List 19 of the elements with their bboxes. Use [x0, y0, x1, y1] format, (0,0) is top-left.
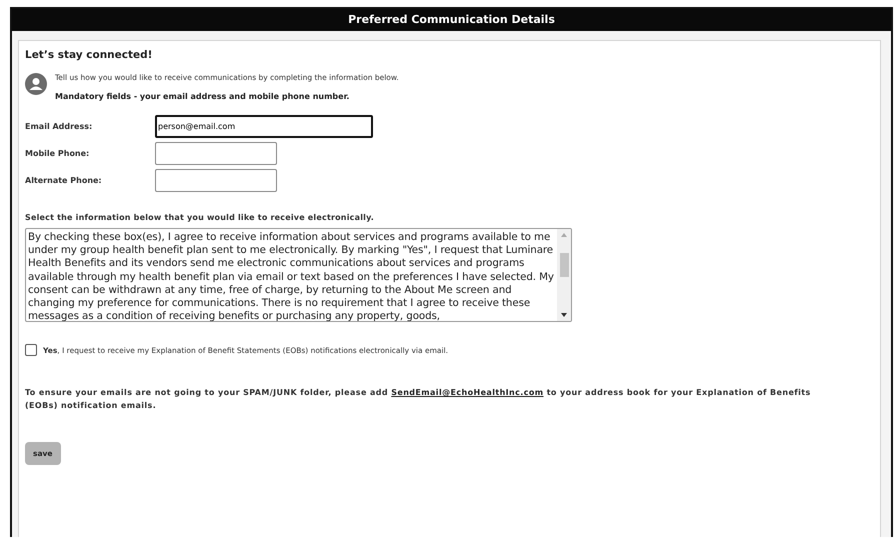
section-prompt: Select the information below that you would like to receive electronically.	[25, 213, 375, 222]
checkbox[interactable]	[25, 344, 37, 356]
field-label: Alternate Phone:	[25, 176, 102, 185]
consent-text-area[interactable]: By checking these box(es), I agree to receive information about services and programs available to me under my group health benefit plan sent to me electronically. By marking "Yes", I request that Luminare Health Benefits and its vendors send me electronic communications about services and programs available through my health benefit plan via email or text based on the preferences I have selected. My consent can be withdrawn at any time, free of charge, by returning to the About Me screen and changing my preference for communications. There is no requirement that I agree to receive these messages as a condition of receiving benefits or purchasing any property, goods,	[25, 228, 572, 322]
mandatory-note: Mandatory fields - your email address and mobile phone number.	[55, 92, 350, 101]
heading: Let’s stay connected!	[25, 49, 154, 61]
spam-note: To ensure your emails are not going to your SPAM/JUNK folder, please add SendEmail@EchoHealthInc.com to your address book for your Explanation of Benefits (EOBs) notification emails.	[25, 387, 812, 412]
scroll-up-icon[interactable]	[561, 233, 567, 237]
input-field[interactable]	[155, 142, 277, 165]
field-label: Email Address:	[25, 122, 92, 131]
field-label: Mobile Phone:	[25, 149, 90, 158]
scrollbar[interactable]	[557, 229, 571, 321]
scroll-down-icon[interactable]	[561, 313, 567, 317]
scroll-thumb[interactable]	[560, 253, 568, 277]
input-field[interactable]: person@email.com	[155, 115, 373, 138]
input-field[interactable]	[155, 169, 277, 192]
email-link[interactable]: SendEmail@EchoHealthInc.com	[391, 388, 544, 397]
user-avatar-icon	[25, 73, 47, 95]
window-title: Preferred Communication Details	[12, 9, 891, 31]
